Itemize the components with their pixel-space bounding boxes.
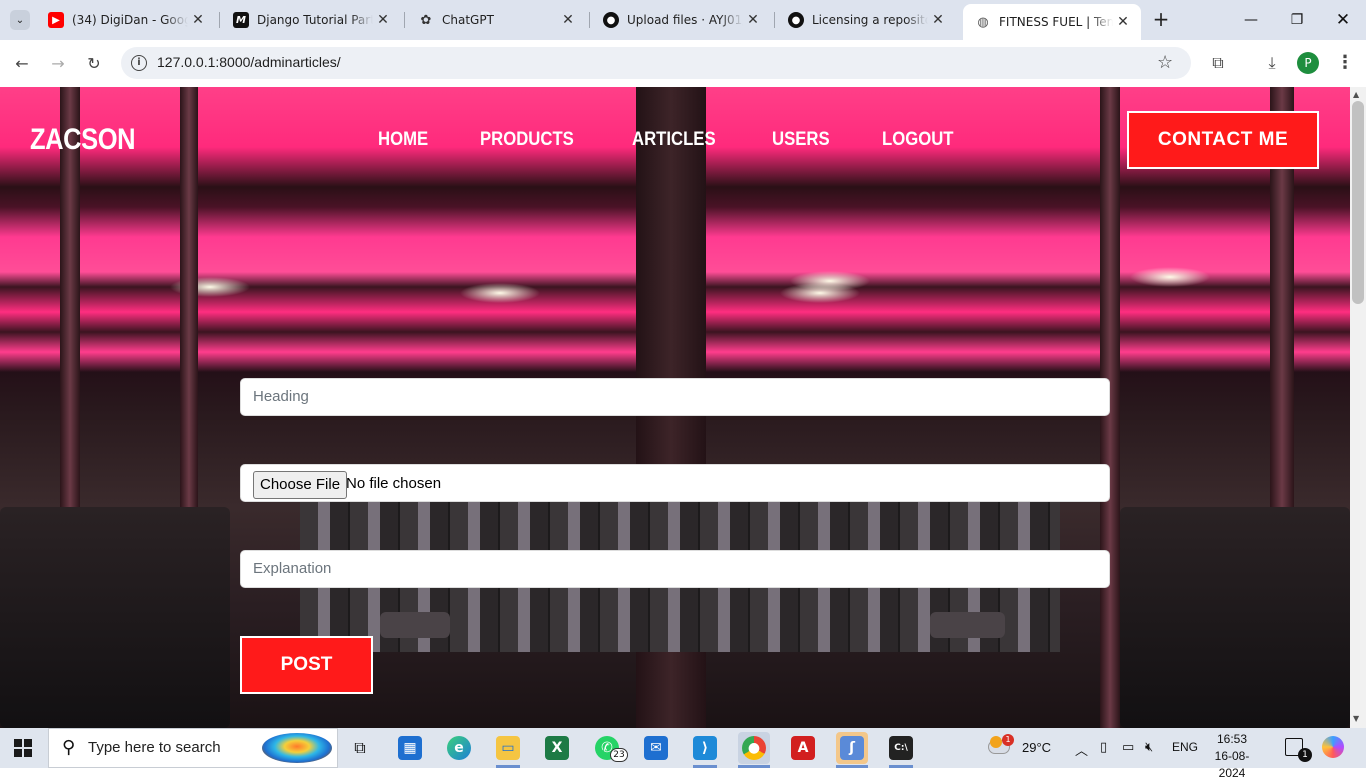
chrome-icon[interactable]: ● bbox=[738, 732, 770, 764]
bookmark-star-icon[interactable]: ☆ bbox=[1157, 52, 1173, 73]
volume-muted-icon[interactable]: 🔇︎ bbox=[1145, 740, 1153, 755]
nav-products[interactable]: PRODUCTS bbox=[480, 129, 574, 151]
clock-time: 16:53 bbox=[1216, 732, 1248, 746]
image-file-input[interactable]: Choose File No file chosen bbox=[240, 464, 1110, 502]
tab-strip: ⌄ ▶ (34) DigiDan - Google ✕ M Django Tut… bbox=[0, 0, 1366, 40]
contact-me-button[interactable]: CONTACT ME bbox=[1127, 111, 1319, 169]
medium-icon: M bbox=[233, 12, 249, 28]
tab-fitness-fuel[interactable]: ◍ FITNESS FUEL | Templ ✕ bbox=[963, 4, 1141, 40]
restore-icon[interactable]: ❐ bbox=[1282, 8, 1312, 32]
heading-placeholder: Heading bbox=[253, 388, 309, 405]
tab-search-chevron-icon[interactable]: ⌄ bbox=[10, 10, 30, 30]
system-clock[interactable]: 16:53 16-08-2024 bbox=[1204, 731, 1260, 782]
equipment-decoration bbox=[1120, 507, 1350, 728]
tab-licensing[interactable]: ● Licensing a repository ✕ bbox=[776, 6, 956, 34]
chatgpt-icon: ✿ bbox=[420, 12, 432, 28]
nav-logout[interactable]: LOGOUT bbox=[882, 129, 954, 151]
choose-file-button[interactable]: Choose File bbox=[253, 471, 348, 499]
close-tab-icon[interactable]: ✕ bbox=[373, 12, 393, 28]
close-tab-icon[interactable]: ✕ bbox=[928, 12, 948, 28]
bench-decoration bbox=[930, 612, 1005, 638]
file-status-text: No file chosen bbox=[346, 475, 442, 492]
search-highlight-image bbox=[262, 733, 332, 763]
edge-browser-icon[interactable]: e bbox=[443, 732, 475, 764]
menu-kebab-icon[interactable]: ⋮ bbox=[1336, 52, 1354, 73]
nav-articles[interactable]: ARTICLES bbox=[632, 129, 716, 151]
nav-home[interactable]: HOME bbox=[378, 129, 428, 151]
tab-divider bbox=[589, 12, 590, 28]
tab-upload-files[interactable]: ● Upload files · AYJ01/F ✕ bbox=[591, 6, 771, 34]
youtube-icon: ▶ bbox=[48, 12, 64, 28]
search-icon: ⚲ bbox=[62, 737, 76, 758]
close-tab-icon[interactable]: ✕ bbox=[188, 12, 208, 28]
profile-avatar[interactable]: P bbox=[1297, 52, 1319, 74]
new-tab-icon[interactable]: + bbox=[1150, 9, 1172, 31]
tab-title: FITNESS FUEL | Templ bbox=[999, 15, 1113, 29]
main-nav: HOME PRODUCTS ARTICLES USERS LOGOUT bbox=[378, 129, 1008, 151]
close-tab-icon[interactable]: ✕ bbox=[743, 12, 763, 28]
network-icon[interactable]: ▭ bbox=[1122, 740, 1134, 755]
github-icon: ● bbox=[603, 12, 619, 28]
explanation-placeholder: Explanation bbox=[253, 560, 332, 577]
acrobat-icon[interactable]: A bbox=[787, 732, 819, 764]
microsoft-store-icon[interactable]: ▦ bbox=[394, 732, 426, 764]
whatsapp-badge: 23 bbox=[610, 748, 628, 762]
chevron-up-icon[interactable]: ︿ bbox=[1075, 740, 1088, 759]
download-icon[interactable]: ⤓ bbox=[1261, 52, 1283, 74]
scroll-thumb[interactable] bbox=[1352, 101, 1364, 304]
tab-title: Django Tutorial Part 1 bbox=[257, 13, 373, 27]
close-tab-icon[interactable]: ✕ bbox=[1113, 14, 1133, 30]
notification-count: 1 bbox=[1298, 748, 1312, 762]
taskbar-search-placeholder: Type here to search bbox=[88, 739, 221, 756]
site-info-icon[interactable]: i bbox=[131, 55, 147, 71]
github-icon: ● bbox=[788, 12, 804, 28]
device-icon[interactable]: ▯ bbox=[1100, 740, 1107, 755]
forward-arrow-icon[interactable]: → bbox=[46, 52, 70, 76]
python-idle-icon[interactable]: ʃ bbox=[836, 732, 868, 764]
bench-decoration bbox=[380, 612, 450, 638]
task-view-icon[interactable]: ⧉ bbox=[344, 732, 376, 764]
hero-background: ZACSON HOME PRODUCTS ARTICLES USERS LOGO… bbox=[0, 87, 1350, 728]
excel-icon[interactable]: X bbox=[541, 732, 573, 764]
terminal-icon[interactable]: C:\ bbox=[885, 732, 917, 764]
globe-icon: ◍ bbox=[977, 14, 989, 30]
tab-divider bbox=[404, 12, 405, 28]
equipment-decoration bbox=[0, 507, 230, 728]
tab-divider bbox=[774, 12, 775, 28]
tab-title: Upload files · AYJ01/F bbox=[627, 13, 743, 27]
tab-title: Licensing a repository bbox=[812, 13, 928, 27]
explanation-input[interactable]: Explanation bbox=[240, 550, 1110, 588]
post-button[interactable]: POST bbox=[240, 636, 373, 694]
copilot-icon[interactable] bbox=[1322, 736, 1344, 758]
tab-chatgpt[interactable]: ✿ ChatGPT ✕ bbox=[406, 6, 586, 34]
file-explorer-icon[interactable]: ▭ bbox=[492, 732, 524, 764]
tab-youtube[interactable]: ▶ (34) DigiDan - Google ✕ bbox=[36, 6, 216, 34]
mail-icon[interactable]: ✉ bbox=[640, 732, 672, 764]
tab-title: ChatGPT bbox=[442, 13, 494, 27]
weather-icon[interactable]: 1 bbox=[988, 734, 1014, 758]
back-arrow-icon[interactable]: ← bbox=[10, 52, 34, 76]
extensions-icon[interactable]: ⧉ bbox=[1207, 52, 1229, 74]
weather-alert-badge: 1 bbox=[1002, 734, 1014, 746]
windows-start-icon[interactable] bbox=[14, 739, 32, 757]
close-window-icon[interactable]: ✕ bbox=[1328, 8, 1358, 32]
nav-users[interactable]: USERS bbox=[772, 129, 830, 151]
clock-date: 16-08-2024 bbox=[1214, 749, 1250, 780]
tab-django-tutorial[interactable]: M Django Tutorial Part 1 ✕ bbox=[221, 6, 401, 34]
reload-icon[interactable]: ↻ bbox=[82, 52, 106, 76]
close-tab-icon[interactable]: ✕ bbox=[558, 12, 578, 28]
minimize-icon[interactable]: — bbox=[1236, 8, 1266, 32]
input-language[interactable]: ENG bbox=[1172, 740, 1198, 754]
tab-title: (34) DigiDan - Google bbox=[72, 13, 188, 27]
url-text[interactable]: 127.0.0.1:8000/adminarticles/ bbox=[157, 54, 341, 70]
scroll-down-arrow-icon[interactable]: ▼ bbox=[1353, 714, 1359, 723]
heading-input[interactable]: Heading bbox=[240, 378, 1110, 416]
temperature-text[interactable]: 29°C bbox=[1022, 740, 1051, 755]
scroll-up-arrow-icon[interactable]: ▲ bbox=[1353, 90, 1359, 99]
tab-divider bbox=[219, 12, 220, 28]
windows-taskbar: ⚲ Type here to search ⧉ ▦ e ▭ X ✆ 23 ✉ ⟩… bbox=[0, 728, 1366, 780]
site-logo[interactable]: ZACSON bbox=[30, 123, 136, 157]
vscode-icon[interactable]: ⟩ bbox=[689, 732, 721, 764]
